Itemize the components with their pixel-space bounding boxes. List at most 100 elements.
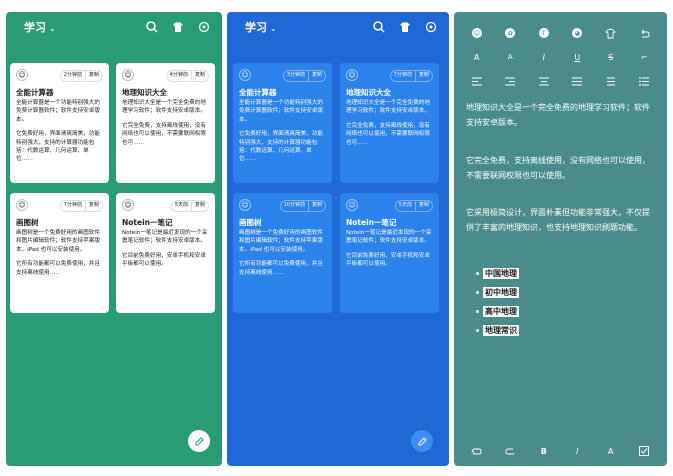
editor-bottom-toolbar: B I A — [454, 444, 667, 458]
note-body: 画图树是一个免费好用的画图软件和图片编辑软件；软件支持苹果版本，iPad 也可以… — [16, 230, 100, 276]
note-title: 画图树 — [16, 218, 39, 227]
editor-paragraph[interactable]: 它完全免费，支持离线使用，没有网络也可以使用，不需要联网权限也可以使用。 — [466, 153, 657, 183]
settings-icon[interactable] — [196, 19, 212, 35]
chevron-down-icon: ⌄ — [270, 24, 277, 33]
note-badge: 7分钟前 复制 — [389, 70, 433, 82]
note-body: 全能计算器是一个功能特别强大的免费计算器软件；软件支持安卓版本。 它免费好用，界面… — [16, 100, 100, 163]
undo-icon[interactable] — [470, 444, 484, 458]
text-style-icon[interactable]: T — [537, 26, 551, 40]
note-card[interactable]: ☺ 4分钟前 复制 地理知识大全 地理知识大全是一个完全免费的地理学习软件；软件支… — [116, 63, 215, 183]
copy-button[interactable]: 复制 — [84, 71, 102, 81]
settings-icon[interactable] — [423, 19, 439, 35]
note-badge: 4分钟前 复制 — [165, 70, 209, 82]
list-item: 中国地理 — [476, 264, 519, 283]
search-icon[interactable] — [371, 19, 387, 35]
sticker-icon[interactable]: ✿ — [503, 26, 517, 40]
note-card[interactable]: ☺ 3分钟前 复制 全能计算器 全能计算器是一个功能特别强大的免费计算器软件；软件… — [233, 63, 332, 183]
note-badge: 7分钟前 复制 — [59, 200, 103, 212]
note-card[interactable]: ☺ 2分钟前 复制 全能计算器 全能计算器是一个功能特别强大的免费计算器软件；软件… — [10, 63, 109, 183]
note-editor: ☺ ✿ T ◕ A A I U S ⌐ 地理知识大全是一个完全免费的地理学习软件… — [454, 12, 667, 466]
note-badge: 5天前 复制 — [394, 200, 433, 212]
note-badge: 5天前 复制 — [170, 200, 209, 212]
copy-button[interactable]: 复制 — [190, 201, 208, 211]
align-distribute-icon[interactable] — [604, 74, 618, 88]
avatar: ☺ — [122, 69, 134, 81]
note-body: 地理知识大全是一个完全免费的地理学习软件；软件支持安卓版本。 它完全免费，支持离线… — [122, 100, 206, 146]
note-body: 全能计算器是一个功能特别强大的免费计算器软件；软件支持安卓版本。 它免费好用，界面… — [239, 100, 323, 163]
search-icon[interactable] — [144, 19, 160, 35]
italic-icon[interactable]: I — [537, 50, 551, 64]
emoji-icon[interactable]: ☺ — [470, 26, 484, 40]
avatar: ☺ — [16, 69, 28, 81]
italic-button[interactable]: I — [570, 444, 584, 458]
note-title: 地理知识大全 — [346, 88, 391, 97]
copy-button[interactable]: 复制 — [84, 201, 102, 211]
panel-green-notes: 学习 ⌄ ☺ 2分钟前 复制 全能计算器 全能计算器是一个功能特别强大的免费计算器软… — [6, 12, 222, 466]
font-size-decrease-icon[interactable]: A — [503, 50, 517, 64]
note-card[interactable]: ☺ 5天前 复制 Notein一笔记 Notein一笔记是最近发现的一个采震笔记软… — [116, 193, 215, 313]
align-left-icon[interactable] — [470, 74, 484, 88]
note-title: Notein一笔记 — [346, 218, 397, 227]
pencil-icon — [195, 436, 204, 445]
chevron-down-icon: ⌄ — [49, 24, 56, 33]
panel-blue-notes: 学习 ⌄ ☺ 3分钟前 复制 全能计算器 全能计算器是一个功能特别强大的免费计算器软… — [227, 12, 449, 466]
underline-icon[interactable]: U — [570, 50, 584, 64]
redo-icon[interactable] — [503, 444, 517, 458]
editor-bullet-list[interactable]: 中国地理 初中地理 高中地理 地理常识 — [476, 264, 519, 340]
header: 学习 ⌄ — [6, 12, 222, 44]
note-body: Notein一笔记是最近发现的一个采震笔记软件；软件支持安卓版本。 它目前免费好用… — [122, 230, 208, 268]
copy-button[interactable]: 复制 — [307, 201, 325, 211]
avatar: ☺ — [346, 69, 358, 81]
avatar: ☺ — [239, 69, 251, 81]
font-size-increase-icon[interactable]: A — [470, 50, 484, 64]
folder-title: 学习 — [24, 21, 46, 34]
copy-button[interactable]: 复制 — [414, 71, 432, 81]
editor-paragraph[interactable]: 地理知识大全是一个完全免费的地理学习软件；软件支持安卓版本。 — [466, 100, 657, 130]
avatar: ☺ — [16, 199, 28, 211]
note-card[interactable]: ☺ 7分钟前 复制 画图树 画图树是一个免费好用的画图软件和图片编辑软件；软件支持… — [10, 193, 109, 313]
palette-icon[interactable]: ◕ — [570, 26, 584, 40]
copy-button[interactable]: 复制 — [190, 71, 208, 81]
avatar: ☺ — [122, 199, 134, 211]
note-title: 画图树 — [239, 218, 262, 227]
bold-button[interactable]: B — [537, 444, 551, 458]
avatar: ☺ — [239, 199, 251, 211]
format-toolbar-row-2: A A I U S ⌐ — [454, 50, 667, 64]
note-body: Notein一笔记是最近发现的一个采震笔记软件；软件支持安卓版本。 它目前免费好用… — [346, 230, 432, 268]
note-card[interactable]: ☺ 7分钟前 复制 地理知识大全 地理知识大全是一个完全免费的地理学习软件；软件支… — [340, 63, 439, 183]
new-note-button[interactable] — [188, 430, 210, 452]
copy-button[interactable]: 复制 — [307, 71, 325, 81]
font-button[interactable]: A — [604, 444, 618, 458]
format-toolbar-row-3 — [454, 74, 667, 88]
note-card[interactable]: ☺ 10分钟前 复制 画图树 画图树是一个免费好用的画图软件和图片编辑软件；软件支… — [233, 193, 332, 313]
undo-icon[interactable] — [637, 26, 651, 40]
shirt-icon[interactable] — [604, 26, 618, 40]
align-right-icon[interactable] — [503, 74, 517, 88]
shirt-icon[interactable] — [170, 19, 186, 35]
format-toolbar-row-1: ☺ ✿ T ◕ — [454, 26, 667, 40]
editor-paragraph[interactable]: 它采用极简设计，界面朴素但功能非常强大，不仅提供了丰富的地理知识，也支持地理知识… — [466, 205, 657, 235]
pencil-icon — [418, 436, 427, 445]
list-item: 初中地理 — [476, 283, 519, 302]
note-title: Notein一笔记 — [122, 218, 173, 227]
note-body: 画图树是一个免费好用的画图软件和图片编辑软件；软件支持苹果版本，iPad 也可以… — [239, 230, 323, 276]
indent-icon[interactable]: ⌐ — [637, 50, 651, 64]
note-card[interactable]: ☺ 5天前 复制 Notein一笔记 Notein一笔记是最近发现的一个采震笔记软… — [340, 193, 439, 313]
list-item: 高中地理 — [476, 302, 519, 321]
copy-button[interactable]: 复制 — [414, 201, 432, 211]
new-note-button[interactable] — [411, 430, 433, 452]
note-title: 全能计算器 — [239, 88, 277, 97]
note-title: 全能计算器 — [16, 88, 54, 97]
folder-selector[interactable]: 学习 ⌄ — [24, 19, 56, 35]
note-badge: 3分钟前 复制 — [282, 70, 326, 82]
shirt-icon[interactable] — [397, 19, 413, 35]
align-center-icon[interactable] — [537, 74, 551, 88]
header: 学习 ⌄ — [227, 12, 449, 44]
checkbox-icon[interactable] — [637, 444, 651, 458]
folder-selector[interactable]: 学习 ⌄ — [245, 19, 277, 35]
note-badge: 2分钟前 复制 — [59, 70, 103, 82]
align-justify-icon[interactable] — [570, 74, 584, 88]
strikethrough-icon[interactable]: S — [604, 50, 618, 64]
folder-title: 学习 — [245, 21, 267, 34]
bullet-list-icon[interactable] — [637, 74, 651, 88]
